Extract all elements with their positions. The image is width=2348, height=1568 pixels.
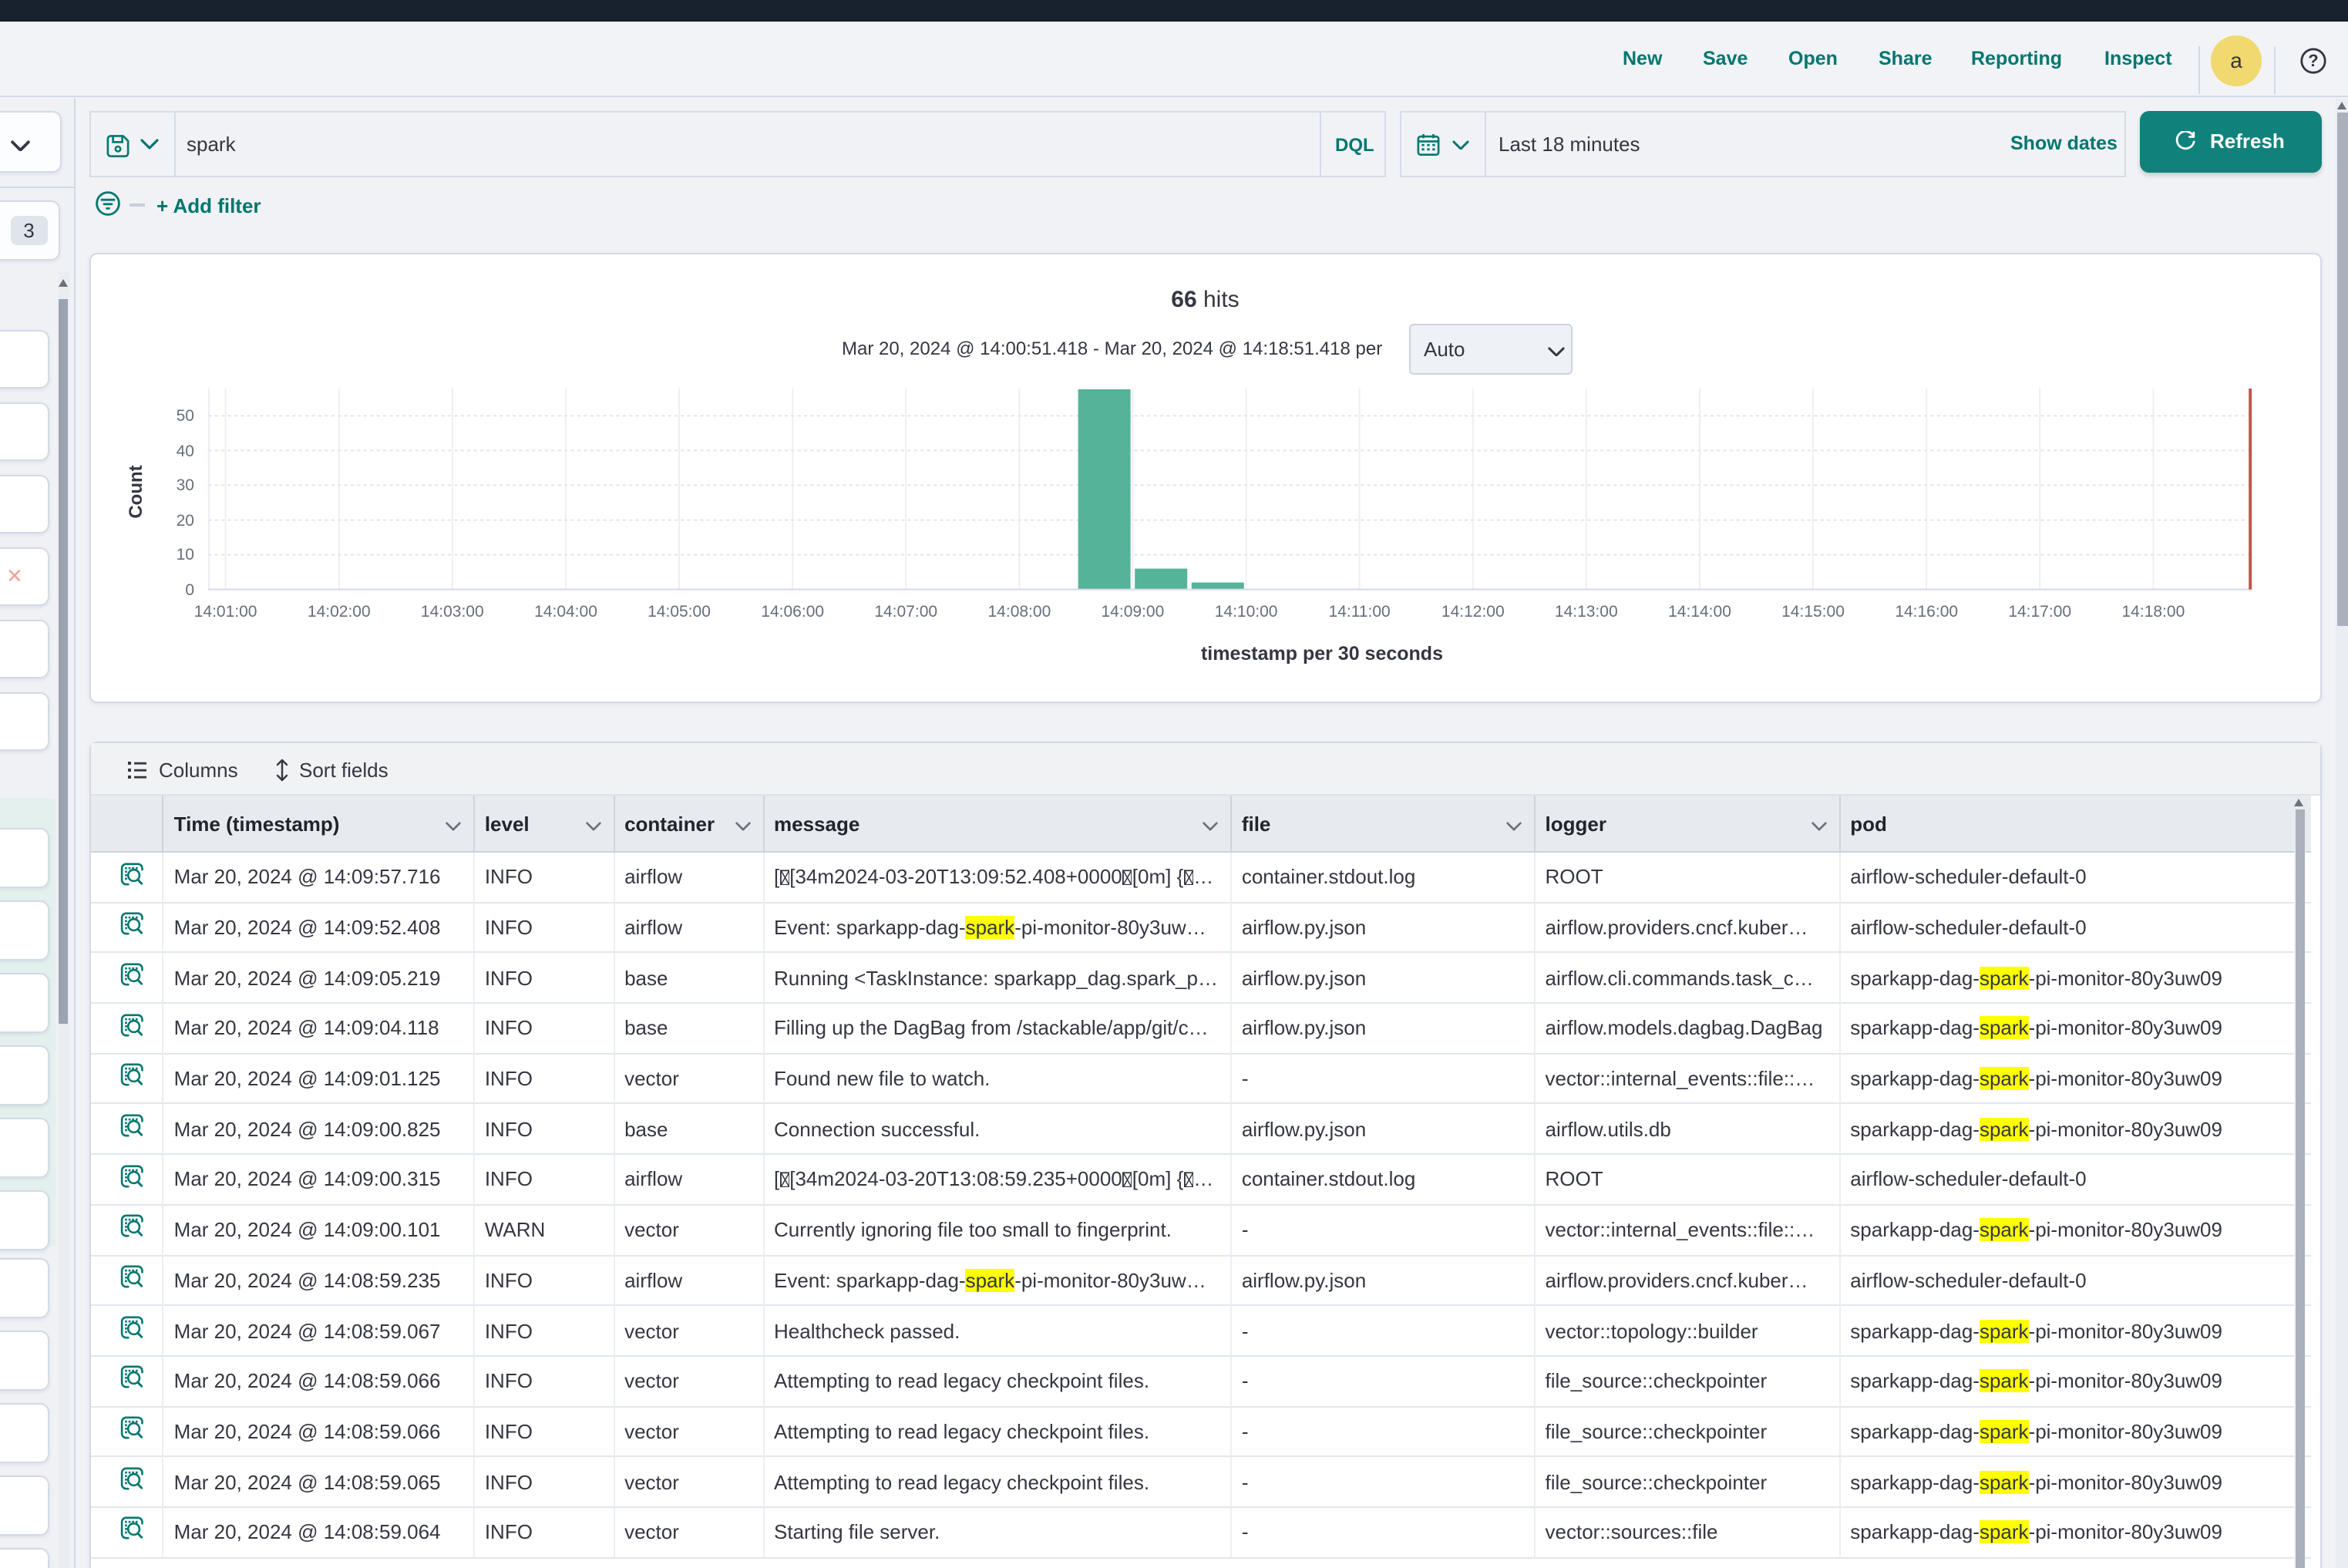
svg-text:?: ? [2308, 51, 2318, 70]
